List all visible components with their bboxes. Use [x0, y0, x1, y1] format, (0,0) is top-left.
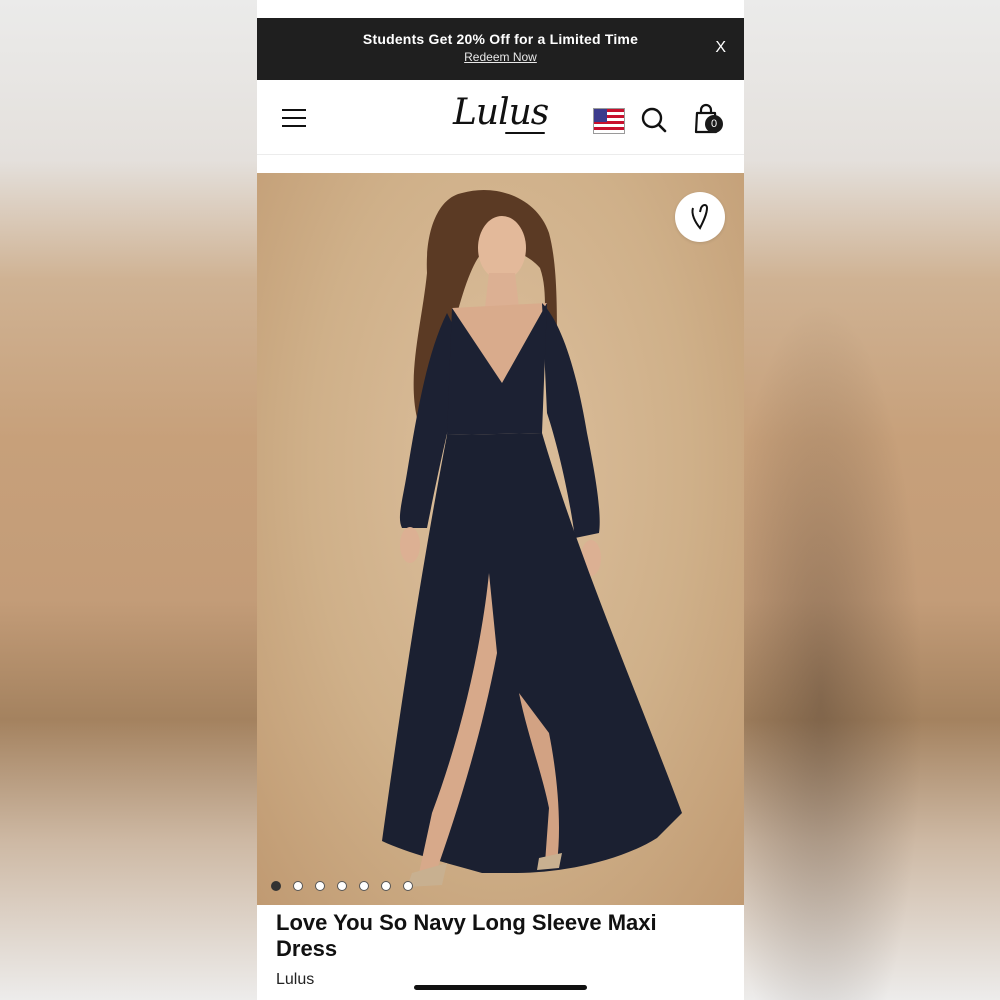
menu-icon[interactable] — [282, 108, 306, 128]
product-brand[interactable]: Lulus — [276, 971, 314, 989]
product-title: Love You So Navy Long Sleeve Maxi Dress — [276, 910, 657, 961]
pagination-dot[interactable] — [381, 881, 391, 891]
wishlist-heart-icon[interactable] — [675, 192, 725, 242]
close-promo-button[interactable]: X — [715, 39, 726, 57]
pagination-dot[interactable] — [359, 881, 369, 891]
lulus-logo[interactable]: Lulus — [453, 92, 549, 133]
logo-swash — [505, 132, 545, 134]
home-indicator[interactable] — [414, 985, 587, 990]
backdrop-left — [0, 0, 257, 1000]
backdrop-right — [744, 0, 1000, 1000]
promo-banner: Students Get 20% Off for a Limited Time … — [257, 18, 744, 80]
promo-text: Students Get 20% Off for a Limited Time — [362, 31, 639, 47]
pagination-dot[interactable] — [403, 881, 413, 891]
pagination-dot[interactable] — [315, 881, 325, 891]
site-header: Lulus 0 — [257, 80, 744, 155]
pagination-dot[interactable] — [271, 881, 281, 891]
us-flag-icon[interactable] — [593, 108, 625, 134]
pagination-dot[interactable] — [293, 881, 303, 891]
redeem-now-link[interactable]: Redeem Now — [257, 50, 744, 64]
search-icon[interactable] — [640, 106, 668, 134]
pagination-dot[interactable] — [337, 881, 347, 891]
phone-screen: Students Get 20% Off for a Limited Time … — [257, 0, 744, 1000]
product-image-gallery[interactable] — [257, 173, 744, 905]
product-photo[interactable] — [257, 173, 744, 905]
cart-count-badge: 0 — [705, 115, 723, 133]
